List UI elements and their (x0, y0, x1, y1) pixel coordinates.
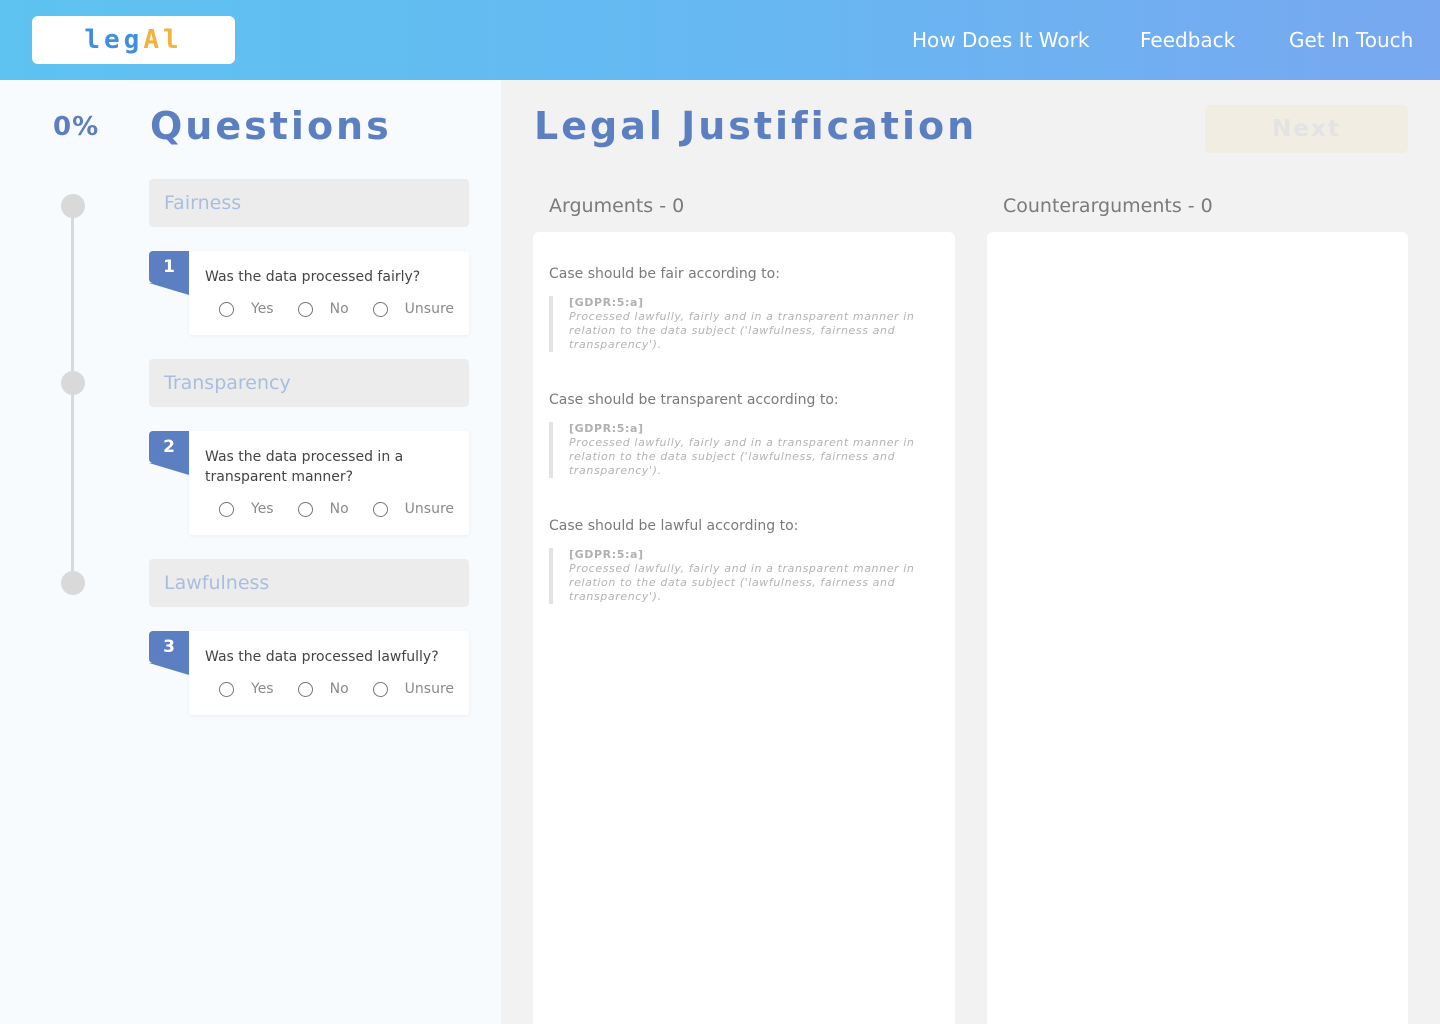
questions-title: Questions (150, 104, 392, 148)
option-no[interactable]: No (297, 301, 349, 317)
logo-link[interactable]: legAl (32, 16, 235, 64)
radio-icon[interactable] (372, 681, 388, 697)
timeline-step-transparency (61, 371, 85, 395)
answer-options: Yes No Unsure (219, 301, 454, 317)
next-button[interactable]: Next (1205, 105, 1408, 153)
nav-how-does-it-work[interactable]: How Does It Work (912, 0, 1089, 80)
timeline-step-fairness (61, 194, 85, 218)
argument-reference: [GDPR:5:a] (569, 296, 644, 309)
logo: legAl (84, 25, 183, 55)
option-unsure[interactable]: Unsure (372, 681, 454, 697)
argument-title: Case should be fair according to: (549, 266, 780, 282)
radio-icon[interactable] (297, 681, 313, 697)
option-unsure[interactable]: Unsure (372, 301, 454, 317)
question-text: Was the data processed in a transparent … (205, 449, 404, 485)
argument-text: Processed lawfully, fairly and in a tran… (569, 310, 915, 351)
option-unsure[interactable]: Unsure (372, 501, 454, 517)
argument-reference: [GDPR:5:a] (569, 548, 644, 561)
question-card: Was the data processed fairly? Yes No Un… (189, 251, 469, 335)
questions-panel: 0% Questions Fairness Was the data proce… (0, 80, 501, 1024)
counterarguments-list (987, 232, 1408, 1024)
argument-citation: [GDPR:5:a] Processed lawfully, fairly an… (549, 548, 919, 604)
argument-citation: [GDPR:5:a] Processed lawfully, fairly an… (549, 296, 919, 352)
argument-citation: [GDPR:5:a] Processed lawfully, fairly an… (549, 422, 919, 478)
nav-get-in-touch[interactable]: Get In Touch (1289, 0, 1413, 80)
radio-icon[interactable] (372, 301, 388, 317)
argument-text: Processed lawfully, fairly and in a tran… (569, 562, 915, 603)
option-no[interactable]: No (297, 501, 349, 517)
arguments-count-label: Arguments - 0 (549, 195, 685, 217)
question-number-badge: 1 (149, 251, 189, 295)
section-header-transparency[interactable]: Transparency (149, 359, 469, 407)
legal-justification-title: Legal Justification (534, 104, 978, 148)
radio-icon[interactable] (297, 301, 313, 317)
radio-icon[interactable] (219, 681, 234, 697)
timeline-step-lawfulness (61, 571, 85, 595)
argument-reference: [GDPR:5:a] (569, 422, 644, 435)
radio-icon[interactable] (219, 301, 234, 317)
radio-icon[interactable] (372, 501, 388, 517)
radio-icon[interactable] (297, 501, 313, 517)
question-card: Was the data processed in a transparent … (189, 431, 469, 535)
section-header-lawfulness[interactable]: Lawfulness (149, 559, 469, 607)
option-yes[interactable]: Yes (219, 301, 274, 317)
question-card: Was the data processed lawfully? Yes No … (189, 631, 469, 715)
arguments-list: Case should be fair according to: [GDPR:… (533, 232, 955, 1024)
question-number-badge: 3 (149, 631, 189, 675)
section-header-fairness[interactable]: Fairness (149, 179, 469, 227)
nav-feedback[interactable]: Feedback (1140, 0, 1235, 80)
answer-options: Yes No Unsure (219, 681, 454, 697)
top-nav-bar: legAl How Does It Work Feedback Get In T… (0, 0, 1440, 80)
argument-title: Case should be transparent according to: (549, 392, 839, 408)
argument-title: Case should be lawful according to: (549, 518, 799, 534)
question-number-badge: 2 (149, 431, 189, 475)
argument-text: Processed lawfully, fairly and in a tran… (569, 436, 915, 477)
option-yes[interactable]: Yes (219, 681, 274, 697)
answer-options: Yes No Unsure (219, 501, 454, 517)
option-yes[interactable]: Yes (219, 501, 274, 517)
radio-icon[interactable] (219, 501, 234, 517)
question-text: Was the data processed fairly? (205, 269, 421, 285)
counterarguments-count-label: Counterarguments - 0 (1003, 195, 1213, 217)
progress-percent: 0% (53, 112, 100, 142)
question-text: Was the data processed lawfully? (205, 649, 439, 665)
option-no[interactable]: No (297, 681, 349, 697)
